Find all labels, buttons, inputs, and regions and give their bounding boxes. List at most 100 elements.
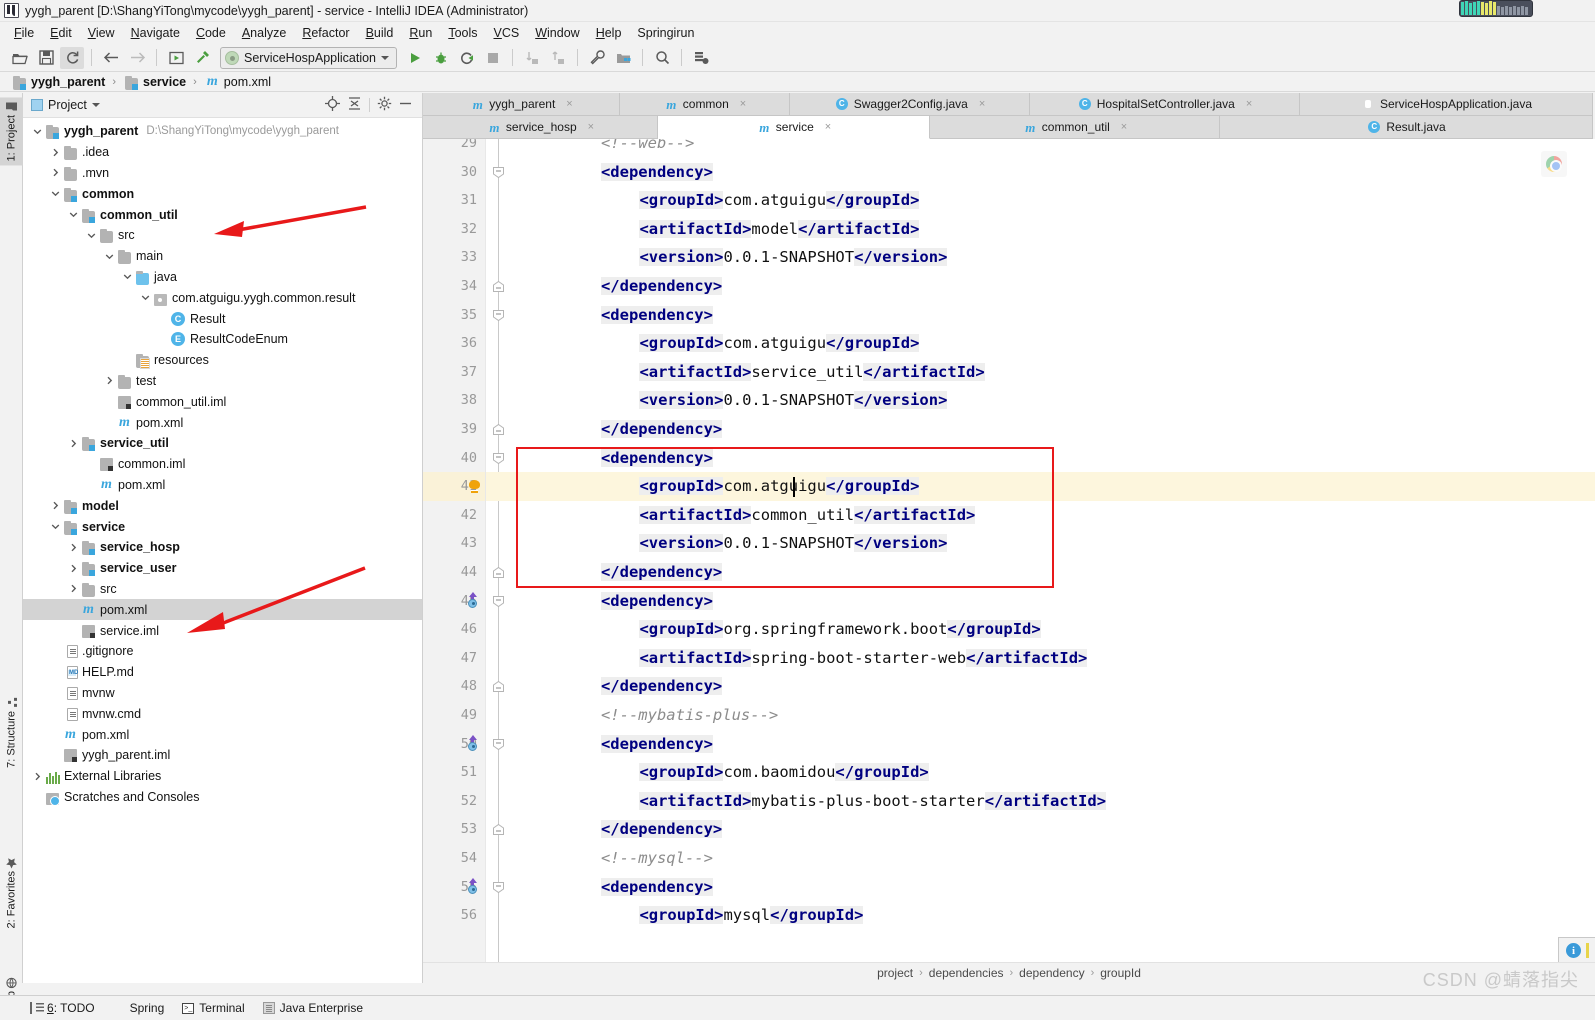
debug-icon[interactable]	[429, 47, 453, 69]
tree-item-java[interactable]: java	[23, 267, 422, 288]
menu-item-code[interactable]: Code	[188, 24, 234, 42]
menu-item-vcs[interactable]: VCS	[486, 24, 528, 42]
chevron-right-icon[interactable]	[67, 543, 80, 552]
chrome-preview-icon[interactable]	[1541, 151, 1567, 177]
fold-region-end-icon[interactable]	[493, 824, 504, 836]
tree-item-pom.xml[interactable]: m pom.xml	[23, 475, 422, 496]
fold-region-start-icon[interactable]	[493, 452, 504, 464]
chevron-right-icon[interactable]	[67, 564, 80, 573]
menu-item-file[interactable]: File	[6, 24, 42, 42]
code-editor[interactable]: 2930313233343536373839404142434445464748…	[423, 139, 1595, 962]
menu-item-springirun[interactable]: Springirun	[629, 24, 702, 42]
chevron-down-icon[interactable]	[49, 189, 62, 198]
editor-tab-service_hosp[interactable]: m service_hosp ×	[423, 116, 658, 139]
code-breadcrumb-dependencies[interactable]: dependencies	[929, 966, 1004, 980]
run-anything-icon[interactable]	[164, 47, 188, 69]
run-icon[interactable]	[403, 47, 427, 69]
tree-item-service[interactable]: service	[23, 516, 422, 537]
breadcrumb-pom-xml[interactable]: m pom.xml	[201, 74, 274, 90]
tree-item-com.atguigu.yygh.common.result[interactable]: com.atguigu.yygh.common.result	[23, 287, 422, 308]
chevron-down-icon[interactable]	[121, 272, 134, 281]
menu-item-window[interactable]: Window	[527, 24, 587, 42]
open-project-icon[interactable]	[8, 47, 32, 69]
code-structure-breadcrumb[interactable]: project › dependencies › dependency › groupId	[423, 962, 1595, 983]
close-icon[interactable]: ×	[740, 98, 746, 110]
status-bar-item-spring[interactable]: Spring	[113, 1001, 165, 1015]
target-locate-icon[interactable]	[325, 96, 340, 114]
editor-gutter[interactable]: 2930313233343536373839404142434445464748…	[423, 139, 486, 962]
close-icon[interactable]: ×	[825, 121, 831, 133]
fold-region-start-icon[interactable]	[493, 881, 504, 893]
tree-item-model[interactable]: model	[23, 495, 422, 516]
tree-item-.gitignore[interactable]: .gitignore	[23, 641, 422, 662]
fold-region-start-icon[interactable]	[493, 738, 504, 750]
search-everywhere-icon[interactable]	[650, 47, 674, 69]
chevron-right-icon[interactable]	[49, 501, 62, 510]
tree-item-yygh_parent.iml[interactable]: yygh_parent.iml	[23, 745, 422, 766]
code-text-area[interactable]: i <!--web--> <dependency> <groupId>com.atg…	[510, 139, 1595, 962]
tree-item-.idea[interactable]: .idea	[23, 142, 422, 163]
project-structure-icon[interactable]	[611, 47, 635, 69]
collapse-all-icon[interactable]	[347, 96, 362, 114]
spring-bean-gutter-icon[interactable]	[467, 877, 478, 894]
performance-meter-widget[interactable]	[1459, 0, 1533, 17]
tree-item-src[interactable]: src	[23, 579, 422, 600]
tree-item-service_hosp[interactable]: service_hosp	[23, 537, 422, 558]
breadcrumb-service[interactable]: service	[120, 74, 189, 90]
status-bar-item-terminal[interactable]: >_ Terminal	[182, 1001, 245, 1015]
build-hammer-icon[interactable]	[190, 47, 214, 69]
tree-item-common_util.iml[interactable]: common_util.iml	[23, 391, 422, 412]
tool-window-tab-1-project[interactable]: 1: Project	[0, 97, 23, 166]
hide-panel-icon[interactable]	[399, 97, 412, 113]
editor-tab-hospitalsetcontroller.java[interactable]: C HospitalSetController.java ×	[1030, 93, 1300, 116]
chevron-down-icon[interactable]	[103, 252, 116, 261]
menu-item-analyze[interactable]: Analyze	[234, 24, 294, 42]
fold-region-end-icon[interactable]	[493, 681, 504, 693]
tree-item-resultcodeenum[interactable]: E ResultCodeEnum	[23, 329, 422, 350]
tree-item-scratches-and-consoles[interactable]: Scratches and Consoles	[23, 787, 422, 808]
status-bar-item-6-todo[interactable]: 6: TODO	[30, 1001, 95, 1015]
fold-region-start-icon[interactable]	[493, 166, 504, 178]
fold-region-end-icon[interactable]	[493, 280, 504, 292]
settings-wrench-icon[interactable]	[585, 47, 609, 69]
menu-item-tools[interactable]: Tools	[440, 24, 485, 42]
menu-item-refactor[interactable]: Refactor	[294, 24, 357, 42]
chevron-right-icon[interactable]	[67, 584, 80, 593]
project-tree[interactable]: Scratches and Consoles External Libraries…	[23, 118, 422, 983]
menu-item-edit[interactable]: Edit	[42, 24, 80, 42]
editor-tab-common_util[interactable]: m common_util ×	[930, 116, 1220, 139]
tree-item-pom.xml[interactable]: m pom.xml	[23, 599, 422, 621]
project-view-chevron-icon[interactable]	[91, 103, 100, 107]
chevron-down-icon[interactable]	[139, 293, 152, 302]
chevron-right-icon[interactable]	[103, 376, 116, 385]
editor-tab-service[interactable]: m service ×	[658, 116, 930, 139]
close-icon[interactable]: ×	[1246, 98, 1252, 110]
tree-item-common.iml[interactable]: common.iml	[23, 454, 422, 475]
editor-tab-servicehospapplication.java[interactable]: ServiceHospApplication.java	[1300, 93, 1593, 116]
chevron-right-icon[interactable]	[31, 772, 44, 781]
tree-item-help.md[interactable]: HELP.md	[23, 662, 422, 683]
sync-refresh-icon[interactable]	[60, 46, 84, 69]
chevron-down-icon[interactable]	[31, 127, 44, 136]
menu-item-view[interactable]: View	[80, 24, 123, 42]
chevron-right-icon[interactable]	[49, 148, 62, 157]
tree-item-service_util[interactable]: service_util	[23, 433, 422, 454]
close-icon[interactable]: ×	[566, 98, 572, 110]
chevron-right-icon[interactable]	[67, 439, 80, 448]
tree-item-pom.xml[interactable]: m pom.xml	[23, 724, 422, 745]
editor-tab-result.java[interactable]: C Result.java	[1220, 116, 1593, 139]
code-folding-column[interactable]	[486, 139, 510, 962]
tree-item-main[interactable]: main	[23, 246, 422, 267]
close-icon[interactable]: ×	[588, 121, 594, 133]
tree-item-src[interactable]: src	[23, 225, 422, 246]
tree-item-common_util[interactable]: common_util	[23, 204, 422, 225]
status-bar-item-java-enterprise[interactable]: Java Enterprise	[262, 1001, 363, 1015]
menu-item-build[interactable]: Build	[358, 24, 402, 42]
update-project-icon[interactable]	[520, 47, 544, 69]
run-configuration-selector[interactable]: ServiceHospApplication	[220, 46, 398, 69]
tree-item-.mvn[interactable]: .mvn	[23, 163, 422, 184]
menu-item-navigate[interactable]: Navigate	[123, 24, 188, 42]
tree-item-test[interactable]: test	[23, 371, 422, 392]
tree-item-mvnw.cmd[interactable]: mvnw.cmd	[23, 703, 422, 724]
save-all-icon[interactable]	[34, 47, 58, 69]
